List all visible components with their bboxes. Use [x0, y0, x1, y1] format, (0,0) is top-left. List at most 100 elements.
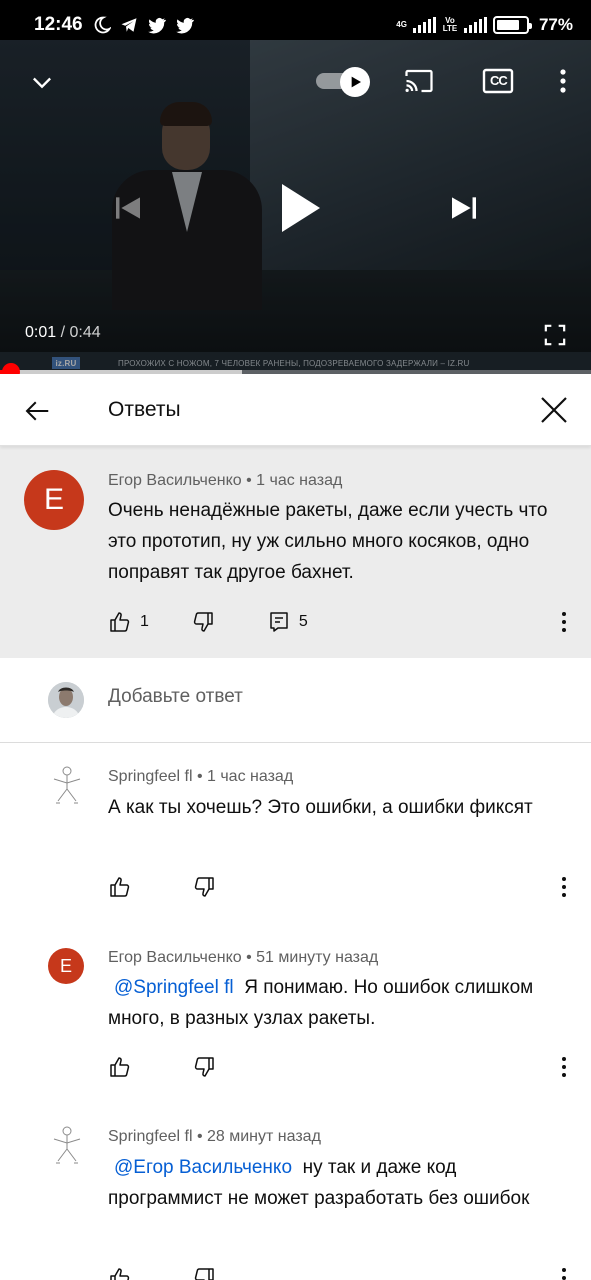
avatar[interactable]	[48, 765, 86, 805]
comment-author[interactable]: Springfeel fl	[108, 1128, 193, 1145]
comment-meta: Springfeel fl • 28 минут назад	[108, 1128, 321, 1146]
current-time: 0:01	[25, 324, 57, 341]
thumbs-down-icon	[194, 1268, 214, 1280]
fullscreen-icon	[544, 324, 566, 346]
status-time: 12:46	[34, 14, 83, 35]
reply-count: 5	[298, 613, 308, 630]
comment-text: А как ты хочешь? Это ошибки, а ошибки фи…	[108, 792, 548, 823]
signal-icon-2	[463, 17, 487, 33]
cast-button[interactable]	[402, 66, 436, 101]
user-photo-icon	[48, 682, 84, 718]
video-player[interactable]: iz.RU ПРОХОЖИХ С НОЖОМ, 7 ЧЕЛОВЕК РАНЕНЫ…	[0, 40, 591, 374]
comment-time[interactable]: 28 минут назад	[207, 1128, 321, 1145]
moon-icon	[94, 16, 111, 34]
thumbs-up-icon	[110, 877, 130, 897]
skip-next-icon	[452, 197, 476, 219]
thumbs-up-icon	[110, 1057, 130, 1077]
mention-link[interactable]: @Егор Васильченко	[114, 1157, 292, 1178]
signal-icon	[412, 17, 436, 33]
comment-time[interactable]: 1 час назад	[256, 472, 342, 489]
comment-meta: Егор Васильченко • 1 час назад	[108, 472, 342, 490]
comment-more-button[interactable]	[554, 610, 574, 634]
comment-meta: Springfeel fl • 1 час назад	[108, 768, 293, 786]
dislike-button[interactable]	[192, 875, 216, 899]
page-title: Ответы	[108, 398, 181, 421]
minimize-button[interactable]	[28, 68, 56, 101]
thumbs-down-icon	[194, 877, 214, 897]
comment-more-button[interactable]	[554, 1266, 574, 1280]
comment-text: @Егор Васильченко ну так и даже код прог…	[108, 1152, 548, 1214]
status-notification-icons	[93, 16, 195, 34]
meta-separator: •	[241, 949, 257, 966]
comment-icon	[270, 612, 288, 632]
replies-header: Ответы	[0, 374, 591, 446]
dislike-button[interactable]	[192, 1055, 216, 1079]
comment-actions: 1 5	[108, 610, 308, 634]
volte-label: Vo LTE	[442, 16, 458, 33]
like-count: 1	[140, 613, 149, 630]
like-button[interactable]	[108, 1055, 132, 1079]
next-button[interactable]	[448, 192, 480, 229]
add-reply-input[interactable]: Добавьте ответ	[108, 686, 243, 708]
comment-time[interactable]: 1 час назад	[207, 768, 293, 785]
close-button[interactable]	[538, 394, 570, 431]
video-time: 0:01 / 0:44	[25, 324, 101, 342]
comment-actions	[108, 1055, 216, 1079]
comment-author[interactable]: Springfeel fl	[108, 768, 193, 785]
user-avatar	[48, 682, 84, 718]
video-more-button[interactable]	[553, 68, 573, 99]
thumbs-down-icon	[194, 1057, 214, 1077]
cast-icon	[405, 69, 433, 93]
avatar-letter: Е	[59, 955, 72, 976]
comment-text: Очень ненадёжные ракеты, даже если учест…	[108, 500, 548, 583]
parent-comment: Е Егор Васильченко • 1 час назад Очень н…	[0, 446, 591, 658]
thumbs-down-icon	[193, 612, 213, 632]
battery-icon	[492, 16, 532, 34]
avatar[interactable]: Е	[48, 948, 84, 984]
comment-body: А как ты хочешь? Это ошибки, а ошибки фи…	[108, 797, 533, 818]
dislike-button[interactable]	[192, 1266, 216, 1280]
mention-link[interactable]: @Springfeel fl	[114, 977, 234, 998]
time-separator: /	[56, 324, 70, 341]
comment-meta: Егор Васильченко • 51 минуту назад	[108, 949, 378, 967]
add-reply-row[interactable]: Добавьте ответ	[0, 658, 591, 743]
meta-separator: •	[192, 768, 207, 785]
arrow-back-icon	[25, 401, 49, 421]
autoplay-toggle[interactable]	[316, 67, 372, 97]
skip-previous-icon	[116, 197, 140, 219]
captions-button[interactable]: CC	[482, 68, 514, 99]
fullscreen-button[interactable]	[544, 324, 566, 351]
chevron-down-icon	[33, 77, 51, 89]
twitter-icon-2	[175, 18, 194, 34]
reply-count-button[interactable]: 5	[267, 610, 308, 634]
like-button[interactable]	[108, 875, 132, 899]
previous-button[interactable]	[112, 192, 144, 229]
avatar[interactable]	[48, 1125, 86, 1165]
back-button[interactable]	[22, 396, 52, 431]
comment-actions	[108, 875, 216, 899]
comment-time[interactable]: 51 минуту назад	[256, 949, 378, 966]
avatar[interactable]: Е	[24, 470, 84, 530]
meta-separator: •	[241, 472, 257, 489]
telegram-icon	[121, 18, 137, 32]
avatar-letter: Е	[43, 483, 64, 516]
battery-percent: 77%	[538, 15, 573, 34]
twitter-icon	[147, 18, 166, 34]
comment-actions	[108, 1266, 216, 1280]
more-vertical-icon	[560, 69, 566, 93]
comment-author[interactable]: Егор Васильченко	[108, 949, 242, 966]
comment-more-button[interactable]	[554, 1055, 574, 1079]
captions-label: CC	[490, 73, 508, 88]
like-button[interactable]: 1	[108, 610, 149, 634]
close-icon	[541, 397, 567, 423]
play-small-icon	[351, 76, 361, 88]
thumbs-up-icon	[110, 1268, 130, 1280]
play-button[interactable]	[276, 180, 324, 241]
meta-separator: •	[192, 1128, 207, 1145]
thumbs-up-icon	[110, 612, 130, 632]
like-button[interactable]	[108, 1266, 132, 1280]
comment-more-button[interactable]	[554, 875, 574, 899]
comment-author[interactable]: Егор Васильченко	[108, 472, 242, 489]
network-type-label: 4G	[396, 20, 407, 29]
dislike-button[interactable]	[191, 610, 215, 634]
